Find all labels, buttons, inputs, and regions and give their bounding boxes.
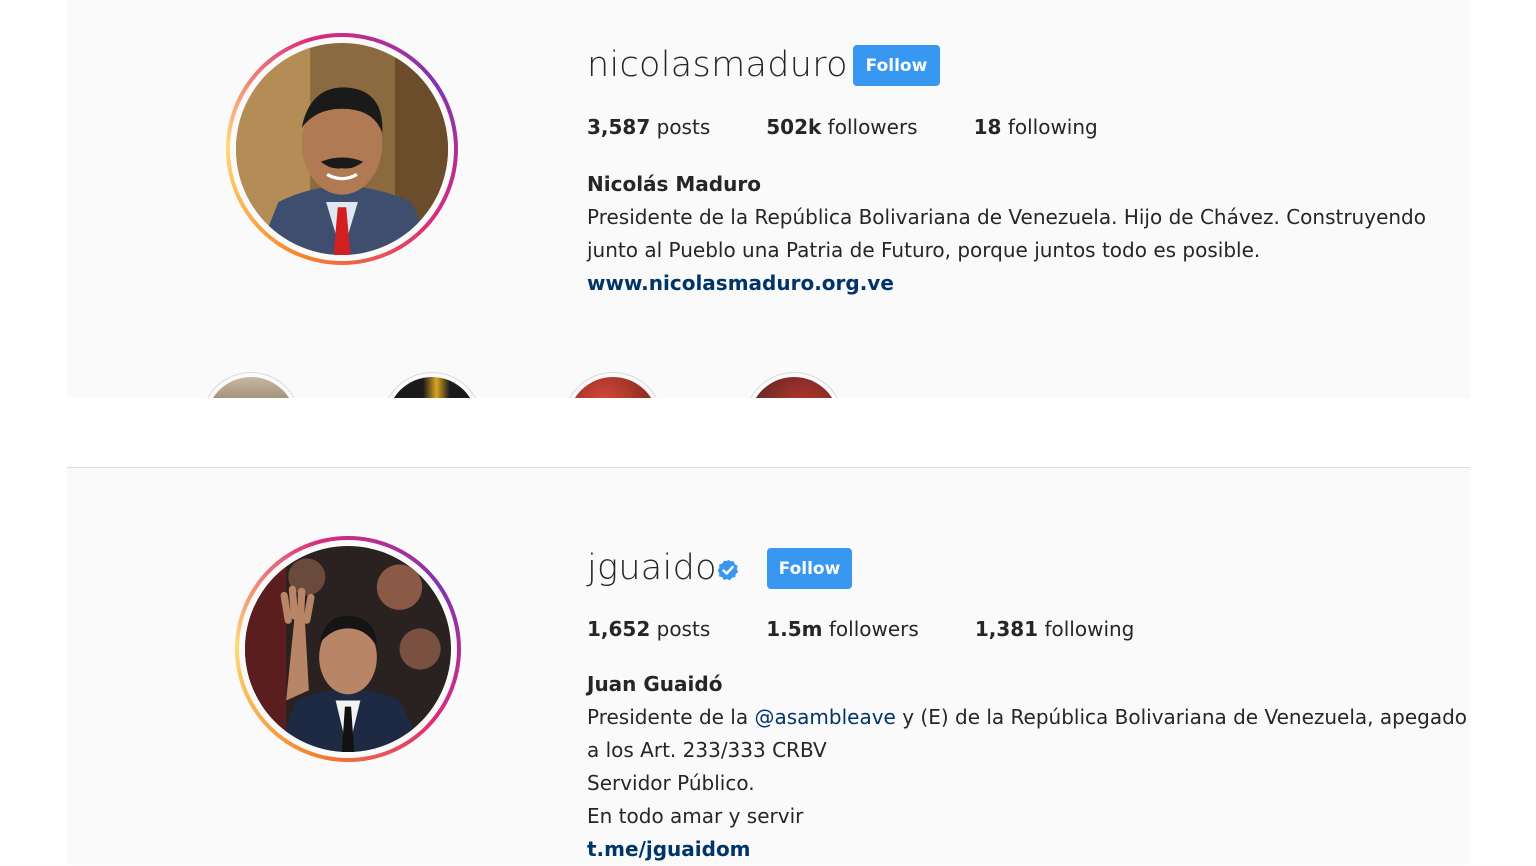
following-count[interactable]: 1,381 following [975,617,1135,641]
posts-count[interactable]: 3,587 posts [587,115,710,139]
profile-avatar[interactable] [235,536,461,762]
bio-line: Servidor Público. [587,771,755,795]
profile-header-jguaido: jguaido Follow 1,652 posts 1.5m follower… [67,467,1470,865]
profile-website-link[interactable]: t.me/jguaidom [587,833,1467,866]
posts-count[interactable]: 1,652 posts [587,617,710,641]
followers-count[interactable]: 1.5m followers [766,617,919,641]
verified-badge-icon [717,559,739,581]
profile-full-name: Juan Guaidó [587,672,723,696]
story-highlight[interactable] [744,372,844,398]
profile-username: jguaido [587,548,717,588]
bio-mention-link[interactable]: @asambleave [754,705,895,729]
bio-line: junto al Pueblo una Patria de Futuro, po… [587,238,1261,262]
bio-line: En todo amar y servir [587,804,804,828]
profile-bio: Nicolás Maduro Presidente de la Repúblic… [587,168,1426,300]
profile-website-link[interactable]: www.nicolasmaduro.org.ve [587,267,1426,300]
profile-avatar[interactable] [226,33,458,265]
story-highlight[interactable] [382,372,482,398]
profile-header-nicolasmaduro: nicolasmaduro Follow 3,587 posts 502k fo… [67,0,1470,398]
following-count[interactable]: 18 following [974,115,1098,139]
profile-bio: Juan Guaidó Presidente de la @asambleave… [587,668,1467,866]
bio-line: a los Art. 233/333 CRBV [587,738,827,762]
profile-stats: 3,587 posts 502k followers 18 following [587,115,1154,139]
profile-photo [236,43,448,255]
bio-line: Presidente de la República Bolivariana d… [587,205,1426,229]
profile-full-name: Nicolás Maduro [587,172,761,196]
follow-button[interactable]: Follow [853,45,940,86]
profile-photo [245,546,451,752]
follow-button[interactable]: Follow [767,548,852,589]
followers-count[interactable]: 502k followers [766,115,917,139]
story-highlight[interactable] [201,372,301,398]
profile-stats: 1,652 posts 1.5m followers 1,381 followi… [587,617,1190,641]
story-highlight[interactable] [563,372,663,398]
bio-line: Presidente de la @asambleave y (E) de la… [587,705,1468,729]
profile-username: nicolasmaduro [587,45,848,85]
